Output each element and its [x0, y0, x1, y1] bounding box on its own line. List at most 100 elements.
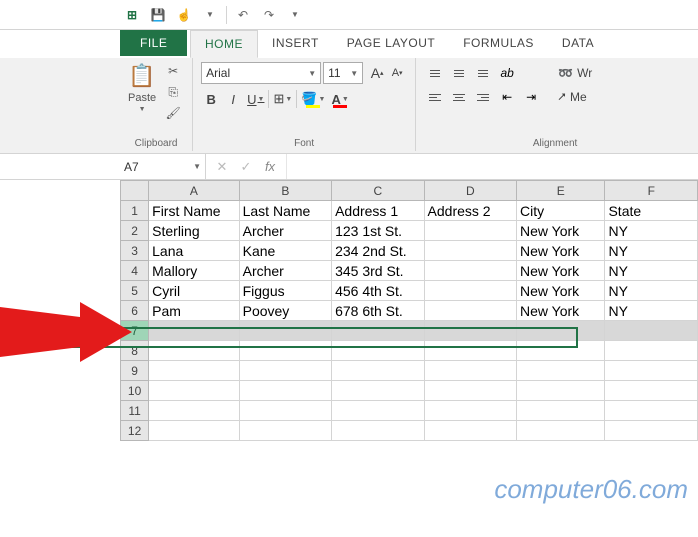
- column-header-B[interactable]: B: [239, 181, 331, 201]
- undo-icon[interactable]: ↶: [231, 4, 255, 26]
- cell[interactable]: [517, 421, 605, 441]
- row-header[interactable]: 3: [121, 241, 149, 261]
- cell[interactable]: [149, 341, 239, 361]
- cell[interactable]: [149, 421, 239, 441]
- paste-dropdown-icon[interactable]: ▼: [139, 106, 146, 113]
- cell[interactable]: [424, 341, 516, 361]
- tab-data[interactable]: DATA: [548, 30, 608, 58]
- cell[interactable]: [239, 421, 331, 441]
- cell[interactable]: Archer: [239, 261, 331, 281]
- cell[interactable]: Last Name: [239, 201, 331, 221]
- align-left-icon[interactable]: [424, 86, 446, 108]
- cell[interactable]: Mallory: [149, 261, 239, 281]
- cell[interactable]: NY: [605, 241, 698, 261]
- cell[interactable]: [517, 361, 605, 381]
- cell[interactable]: [605, 381, 698, 401]
- cell[interactable]: [517, 381, 605, 401]
- font-family-combo[interactable]: Arial ▼: [201, 62, 321, 84]
- cell[interactable]: [517, 341, 605, 361]
- cell[interactable]: 456 4th St.: [332, 281, 424, 301]
- column-header-E[interactable]: E: [517, 181, 605, 201]
- column-header-F[interactable]: F: [605, 181, 698, 201]
- cell[interactable]: Lana: [149, 241, 239, 261]
- cell[interactable]: [149, 401, 239, 421]
- cell[interactable]: 678 6th St.: [332, 301, 424, 321]
- cell[interactable]: Figgus: [239, 281, 331, 301]
- column-header-C[interactable]: C: [332, 181, 424, 201]
- cell[interactable]: State: [605, 201, 698, 221]
- cell[interactable]: [424, 301, 516, 321]
- cell[interactable]: [424, 281, 516, 301]
- cell[interactable]: [424, 401, 516, 421]
- cell[interactable]: First Name: [149, 201, 239, 221]
- row-header[interactable]: 11: [121, 401, 149, 421]
- redo-icon[interactable]: ↷: [257, 4, 281, 26]
- row-header[interactable]: 5: [121, 281, 149, 301]
- cell[interactable]: [605, 361, 698, 381]
- merge-center-button[interactable]: ⭧Me: [554, 86, 596, 108]
- cell[interactable]: NY: [605, 261, 698, 281]
- tab-formulas[interactable]: FORMULAS: [449, 30, 548, 58]
- cell[interactable]: [239, 381, 331, 401]
- tab-home[interactable]: HOME: [190, 30, 258, 58]
- cell[interactable]: [424, 361, 516, 381]
- cell[interactable]: [424, 261, 516, 281]
- font-color-button[interactable]: A▼: [329, 88, 350, 110]
- cell[interactable]: NY: [605, 281, 698, 301]
- cell[interactable]: [239, 341, 331, 361]
- row-header[interactable]: 1: [121, 201, 149, 221]
- formula-input[interactable]: [287, 154, 698, 179]
- cell[interactable]: Address 2: [424, 201, 516, 221]
- cell[interactable]: Address 1: [332, 201, 424, 221]
- cell[interactable]: New York: [517, 241, 605, 261]
- cell[interactable]: 123 1st St.: [332, 221, 424, 241]
- cell[interactable]: [239, 401, 331, 421]
- fill-color-button[interactable]: 🪣▼: [299, 88, 327, 110]
- cell[interactable]: [605, 321, 698, 341]
- column-header-A[interactable]: A: [149, 181, 239, 201]
- orientation-icon[interactable]: ab: [496, 62, 518, 84]
- cell[interactable]: [239, 321, 331, 341]
- cell[interactable]: Archer: [239, 221, 331, 241]
- cell[interactable]: [332, 321, 424, 341]
- increase-font-icon[interactable]: A▴: [367, 62, 387, 84]
- cell[interactable]: City: [517, 201, 605, 221]
- column-header-D[interactable]: D: [424, 181, 516, 201]
- cell[interactable]: New York: [517, 301, 605, 321]
- cell[interactable]: [149, 381, 239, 401]
- align-center-icon[interactable]: [448, 86, 470, 108]
- bold-button[interactable]: B: [201, 88, 221, 110]
- qat-dropdown-icon[interactable]: ▼: [198, 4, 222, 26]
- increase-indent-icon[interactable]: ⇥: [520, 86, 542, 108]
- align-top-icon[interactable]: [424, 62, 446, 84]
- cell[interactable]: [332, 341, 424, 361]
- cell[interactable]: [424, 381, 516, 401]
- row-header[interactable]: 12: [121, 421, 149, 441]
- cell[interactable]: Cyril: [149, 281, 239, 301]
- row-header[interactable]: 2: [121, 221, 149, 241]
- cell[interactable]: 234 2nd St.: [332, 241, 424, 261]
- cell[interactable]: [424, 221, 516, 241]
- paste-icon[interactable]: 📋: [128, 62, 156, 90]
- format-painter-icon[interactable]: 🖌: [162, 104, 184, 122]
- cell[interactable]: Kane: [239, 241, 331, 261]
- row-header[interactable]: 10: [121, 381, 149, 401]
- align-middle-icon[interactable]: [448, 62, 470, 84]
- decrease-indent-icon[interactable]: ⇤: [496, 86, 518, 108]
- name-box-input[interactable]: [124, 160, 184, 174]
- cell[interactable]: [424, 421, 516, 441]
- wrap-text-button[interactable]: ➿Wr: [554, 62, 596, 84]
- tab-file[interactable]: FILE: [120, 30, 187, 56]
- cell[interactable]: [332, 421, 424, 441]
- decrease-font-icon[interactable]: A▾: [387, 62, 407, 84]
- cell[interactable]: NY: [605, 301, 698, 321]
- paste-button[interactable]: Paste: [128, 92, 156, 104]
- cell[interactable]: New York: [517, 221, 605, 241]
- cell[interactable]: [149, 361, 239, 381]
- cell[interactable]: New York: [517, 281, 605, 301]
- cell[interactable]: [605, 421, 698, 441]
- customize-dropdown-icon[interactable]: ▼: [283, 4, 307, 26]
- touch-mode-icon[interactable]: ☝: [172, 4, 196, 26]
- row-header[interactable]: 4: [121, 261, 149, 281]
- cell[interactable]: 345 3rd St.: [332, 261, 424, 281]
